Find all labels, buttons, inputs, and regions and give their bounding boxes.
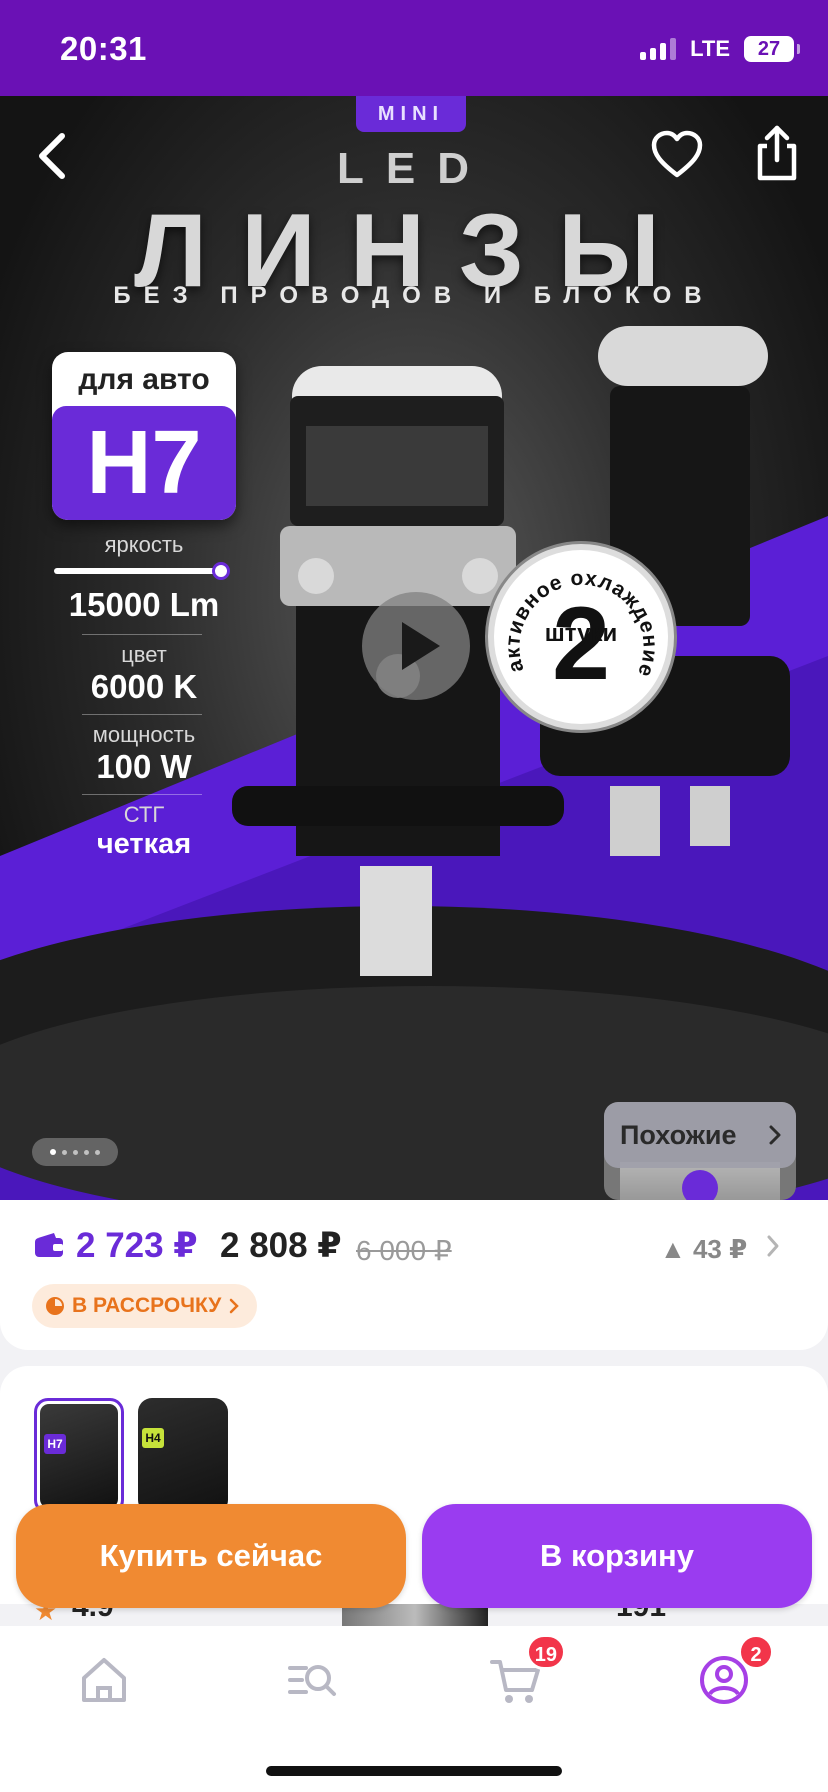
chevron-right-icon xyxy=(769,1125,781,1145)
variant-thumbnail: H7 xyxy=(40,1404,118,1508)
spec-label: яркость xyxy=(104,532,184,557)
buy-now-button[interactable]: Купить сейчас xyxy=(16,1504,406,1608)
signal-icon xyxy=(640,38,677,60)
spec-stg: СТГ четкая xyxy=(52,802,236,861)
gallery-dots xyxy=(32,1138,118,1166)
spec-label: цвет xyxy=(121,642,167,667)
variant-option[interactable]: H4 xyxy=(138,1398,228,1514)
profile-badge: 2 xyxy=(738,1634,774,1670)
wallet-price: 2 723 ₽ xyxy=(76,1226,198,1265)
spec-value: 6000 K xyxy=(90,668,198,705)
spec-color: цвет 6000 K xyxy=(52,642,236,706)
spec-divider xyxy=(82,634,202,635)
battery-level: 27 xyxy=(757,38,781,60)
brightness-bar xyxy=(54,568,222,574)
spec-brightness-value-wrap: 15000 Lm xyxy=(52,586,236,624)
share-icon[interactable] xyxy=(752,124,802,184)
similar-products-button[interactable]: Похожие xyxy=(604,1102,796,1200)
play-video-button[interactable] xyxy=(362,592,470,700)
tab-cart[interactable]: 19 xyxy=(486,1634,566,1710)
spec-label: СТГ xyxy=(123,802,165,827)
add-to-cart-button[interactable]: В корзину xyxy=(422,1504,812,1608)
variant-option[interactable]: H7 xyxy=(34,1398,124,1514)
chevron-right-icon xyxy=(230,1298,240,1314)
installment-label: В РАССРОЧКУ xyxy=(72,1294,222,1317)
regular-price: 2 808 ₽ xyxy=(220,1226,342,1265)
status-time: 20:31 xyxy=(60,30,147,67)
spec-brightness: яркость xyxy=(52,532,236,558)
wallet-icon xyxy=(35,1233,63,1257)
variant-tag: H4 xyxy=(142,1428,164,1448)
cooling-badge: активное охлаждение 2 штуки xyxy=(488,544,674,730)
price-change[interactable]: ▲ 43 ₽ xyxy=(660,1234,747,1265)
pieces-label: штуки xyxy=(544,620,618,647)
tab-profile[interactable]: 2 xyxy=(694,1634,774,1710)
car-model-card: для авто H7 xyxy=(52,352,236,520)
spec-divider xyxy=(82,794,202,795)
chevron-right-icon[interactable] xyxy=(766,1234,780,1258)
old-price: 6 000 ₽ xyxy=(356,1235,452,1266)
car-model: H7 xyxy=(52,406,236,520)
brightness-knob xyxy=(212,562,230,580)
home-indicator xyxy=(266,1766,562,1776)
battery-icon: 27 xyxy=(744,36,800,62)
network-type: LTE xyxy=(690,36,730,61)
status-bar: 20:31 LTE 27 xyxy=(0,0,828,96)
status-indicators: LTE 27 xyxy=(640,36,800,62)
home-icon[interactable] xyxy=(74,1650,134,1710)
spec-divider xyxy=(82,714,202,715)
catalog-search-icon[interactable] xyxy=(282,1650,342,1710)
spec-value: четкая xyxy=(96,828,192,860)
variant-tag: H7 xyxy=(44,1434,66,1454)
spec-power: мощность 100 W xyxy=(52,722,236,786)
mini-badge: MINI xyxy=(356,96,466,132)
spec-label: мощность xyxy=(92,722,196,747)
heart-icon[interactable] xyxy=(650,130,704,180)
product-image-gallery[interactable]: MINI LED ЛИНЗЫ БЕЗ ПРОВОДОВ И БЛОКОВ для… xyxy=(0,96,828,1200)
installment-button[interactable]: В РАССРОЧКУ xyxy=(32,1284,258,1328)
car-label: для авто xyxy=(78,363,210,396)
back-arrow-icon[interactable] xyxy=(30,126,74,186)
hero-subtitle: БЕЗ ПРОВОДОВ И БЛОКОВ xyxy=(113,282,715,309)
pie-icon xyxy=(46,1297,64,1315)
spec-value: 15000 Lm xyxy=(68,586,220,623)
product-page: 20:31 LTE 27 MINI LED ЛИНЗЫ БЕЗ ПРОВОДОВ… xyxy=(0,0,828,1792)
cart-badge: 19 xyxy=(525,1634,566,1670)
price-card: 2 723 ₽ 2 808 ₽ 6 000 ₽ ▲ 43 ₽ В РАССРОЧ… xyxy=(0,1200,828,1350)
spec-value: 100 W xyxy=(96,748,192,785)
